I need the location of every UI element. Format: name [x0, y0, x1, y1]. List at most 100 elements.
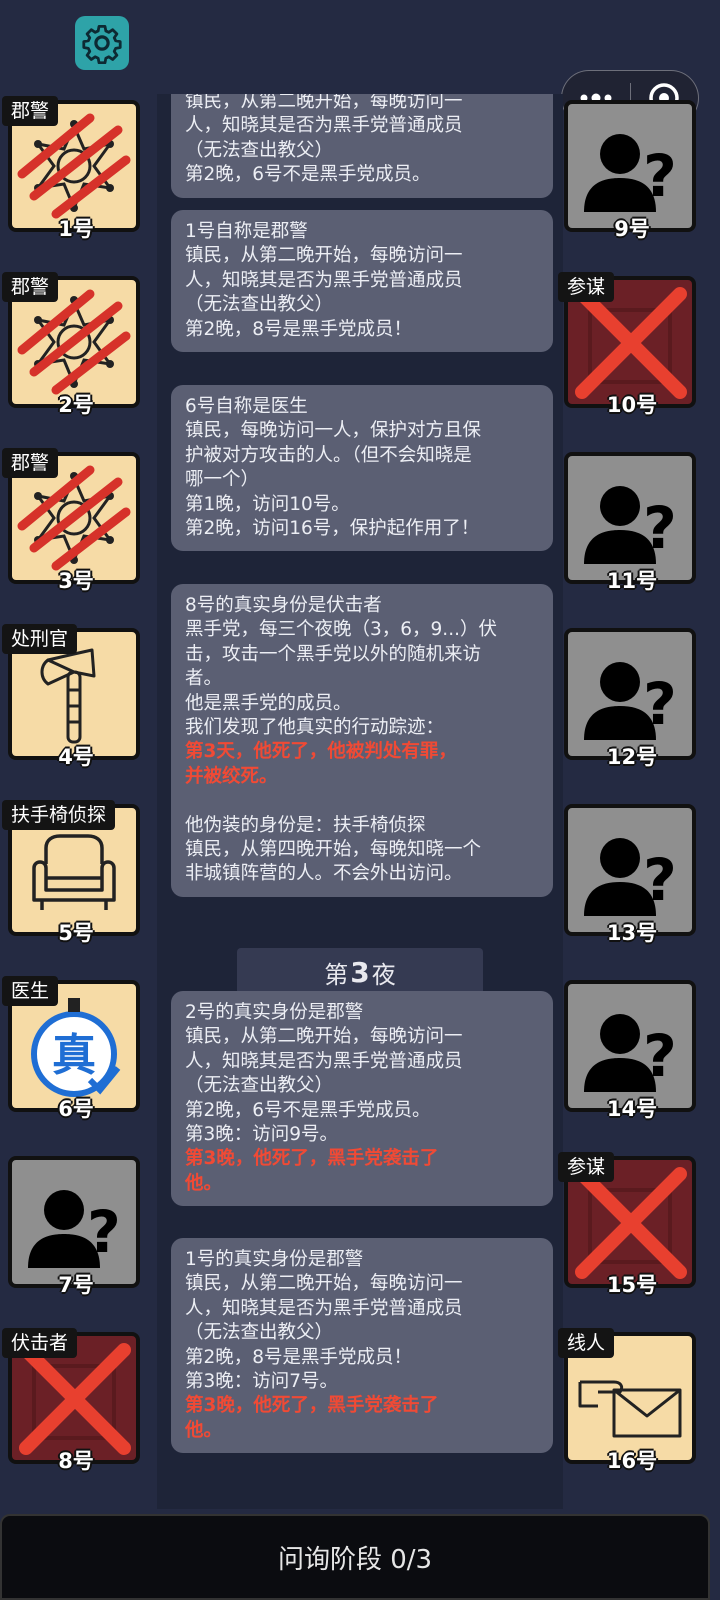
night-number: 3: [350, 955, 370, 989]
log-event-highlight: 第3晚，他死了，黑手党袭击了: [185, 1395, 439, 1417]
log-line: 人，知晓其是否为黑手党普通成员: [185, 269, 463, 291]
player-slot-1[interactable]: 郡警 1号: [2, 96, 140, 241]
log-line: 第2晚，6号不是黑手党成员。: [185, 1099, 431, 1121]
log-line: 第2晚，8号是黑手党成员！: [185, 1346, 413, 1368]
log-card: 8号的真实身份是伏击者黑手党，每三个夜晚（3，6，9...）伏 击，攻击一个黑手党…: [171, 584, 553, 897]
log-card: 1号的真实身份是郡警镇民，从第二晚开始，每晚访问一 人，知晓其是否为黑手党普通成员…: [171, 1238, 553, 1454]
role-tag: 郡警: [2, 96, 59, 126]
log-line: 镇民，从第四晚开始，每晚知晓一个: [185, 839, 482, 861]
log-line: 镇民，从第二晚开始，每晚访问一: [185, 94, 463, 112]
log-card: 镇民，从第二晚开始，每晚访问一人，知晓其是否为黑手党普通成员 （无法查出教父） 第2…: [171, 94, 553, 198]
log-line: 黑手党，每三个夜晚（3，6，9...）伏: [185, 619, 497, 641]
player-slot-12[interactable]: ? 12号: [558, 624, 696, 769]
phase-status-bar: 问询阶段 0/3: [0, 1514, 710, 1600]
player-number: 11号: [606, 569, 658, 593]
player-slot-3[interactable]: 郡警 3号: [2, 448, 140, 593]
log-line: 非城镇阵营的人。不会外出访问。: [185, 863, 463, 885]
player-number: 7号: [58, 1273, 94, 1297]
player-slot-7[interactable]: ? 7号: [2, 1152, 140, 1297]
svg-text:?: ?: [643, 142, 677, 210]
log-line: 第3晚：访问9号。: [185, 1124, 339, 1146]
player-slot-14[interactable]: ? 14号: [558, 976, 696, 1121]
role-tag: 线人: [558, 1328, 615, 1358]
phase-label: 问询阶段 0/3: [277, 1544, 433, 1575]
unknown-person-icon: ?: [584, 134, 677, 212]
log-line: 击，攻击一个黑手党以外的随机来访: [185, 643, 482, 665]
role-tag: 郡警: [2, 272, 59, 302]
log-line: 第2晚，8号是黑手党成员！: [185, 318, 413, 340]
gear-icon: [82, 24, 122, 64]
svg-text:?: ?: [643, 846, 677, 914]
log-line: 护被对方攻击的人。（但不会知晓是: [185, 444, 472, 466]
log-event-highlight: 第3晚，他死了，黑手党袭击了: [185, 1148, 439, 1170]
log-line: （无法查出教父）: [185, 139, 334, 161]
log-line: （无法查出教父）: [185, 1322, 334, 1344]
role-tag: 扶手椅侦探: [2, 800, 116, 830]
player-number: 2号: [58, 393, 94, 417]
player-slot-13[interactable]: ? 13号: [558, 800, 696, 945]
player-slot-15[interactable]: 参谋 15号: [558, 1152, 696, 1297]
svg-text:?: ?: [643, 494, 677, 562]
log-line: 人，知晓其是否为黑手党普通成员: [185, 115, 463, 137]
log-line: （无法查出教父）: [185, 294, 334, 316]
log-line: 2号的真实身份是郡警: [185, 1002, 364, 1023]
svg-text:?: ?: [643, 670, 677, 738]
unknown-person-icon: ?: [584, 838, 677, 916]
night-prefix: 第: [324, 960, 349, 989]
role-tag: 参谋: [558, 272, 615, 302]
player-number: 9号: [614, 217, 650, 241]
log-line: 他是黑手党的成员。: [185, 692, 352, 714]
log-line: 第2晚，6号不是黑手党成员。: [185, 164, 431, 186]
player-number: 15号: [606, 1273, 658, 1297]
unknown-person-icon: ?: [28, 1190, 121, 1268]
svg-text:真: 真: [52, 1030, 96, 1081]
log-line: 1号的真实身份是郡警: [185, 1249, 364, 1270]
log-line: 第2晚，访问16号，保护起作用了！: [185, 518, 480, 540]
player-slot-9[interactable]: ? 9号: [558, 96, 696, 241]
player-slot-5[interactable]: 扶手椅侦探 5号: [2, 800, 140, 945]
log-event-highlight: 他。: [185, 1172, 223, 1194]
game-log-panel[interactable]: 第3夜 镇民，从第二晚开始，每晚访问一 人，知晓其是否为黑手党普通成员 （无法查出教…: [157, 94, 563, 1509]
role-tag: 医生: [2, 976, 59, 1006]
player-number: 14号: [606, 1097, 658, 1121]
svg-text:?: ?: [643, 1022, 677, 1090]
player-slot-8[interactable]: 伏击者 8号: [2, 1328, 140, 1473]
night-header: 第3夜: [237, 948, 483, 996]
player-number: 4号: [58, 745, 94, 769]
player-slot-4[interactable]: 处刑官 4号: [2, 624, 140, 769]
log-line: 6号自称是医生: [185, 396, 308, 417]
log-line: 1号自称是郡警: [185, 221, 308, 242]
log-line: 第3晚：访问7号。: [185, 1371, 339, 1393]
log-line: 我们发现了他真实的行动踪迹：: [185, 717, 445, 739]
player-slot-2[interactable]: 郡警 2号: [2, 272, 140, 417]
log-line: 他伪装的身份是：扶手椅侦探: [185, 814, 426, 836]
log-event-highlight: 他。: [185, 1419, 223, 1441]
player-slot-6[interactable]: 真 医生 6号: [2, 976, 140, 1121]
log-card: 6号自称是医生 镇民，每晚访问一人，保护对方且保 护被对方攻击的人。（但不会知晓是哪…: [171, 385, 553, 552]
log-line: 镇民，从第二晚开始，每晚访问一: [185, 1273, 463, 1295]
log-line: 人，知晓其是否为黑手党普通成员: [185, 1050, 463, 1072]
player-slot-16[interactable]: 线人 16号: [558, 1328, 696, 1473]
log-event-highlight: 并被绞死。: [185, 765, 278, 787]
player-number: 16号: [606, 1449, 658, 1473]
log-line: 镇民，从第二晚开始，每晚访问一: [185, 245, 463, 267]
player-number: 1号: [58, 217, 94, 241]
unknown-person-icon: ?: [584, 662, 677, 740]
log-line: 者。: [185, 668, 223, 690]
log-event-highlight: 第3天，他死了，他被判处有罪，: [185, 741, 457, 763]
log-line: （无法查出教父）: [185, 1075, 334, 1097]
log-line: 8号的真实身份是伏击者: [185, 595, 382, 616]
log-line: 镇民，从第二晚开始，每晚访问一: [185, 1026, 463, 1048]
player-slot-11[interactable]: ? 11号: [558, 448, 696, 593]
player-number: 13号: [606, 921, 658, 945]
player-number: 5号: [58, 921, 94, 945]
svg-text:?: ?: [87, 1198, 121, 1266]
player-number: 3号: [58, 569, 94, 593]
log-line: 人，知晓其是否为黑手党普通成员: [185, 1297, 463, 1319]
settings-button[interactable]: [75, 16, 129, 70]
unknown-person-icon: ?: [584, 486, 677, 564]
player-number: 8号: [58, 1449, 94, 1473]
player-slot-10[interactable]: 参谋 10号: [558, 272, 696, 417]
player-number: 6号: [58, 1097, 94, 1121]
